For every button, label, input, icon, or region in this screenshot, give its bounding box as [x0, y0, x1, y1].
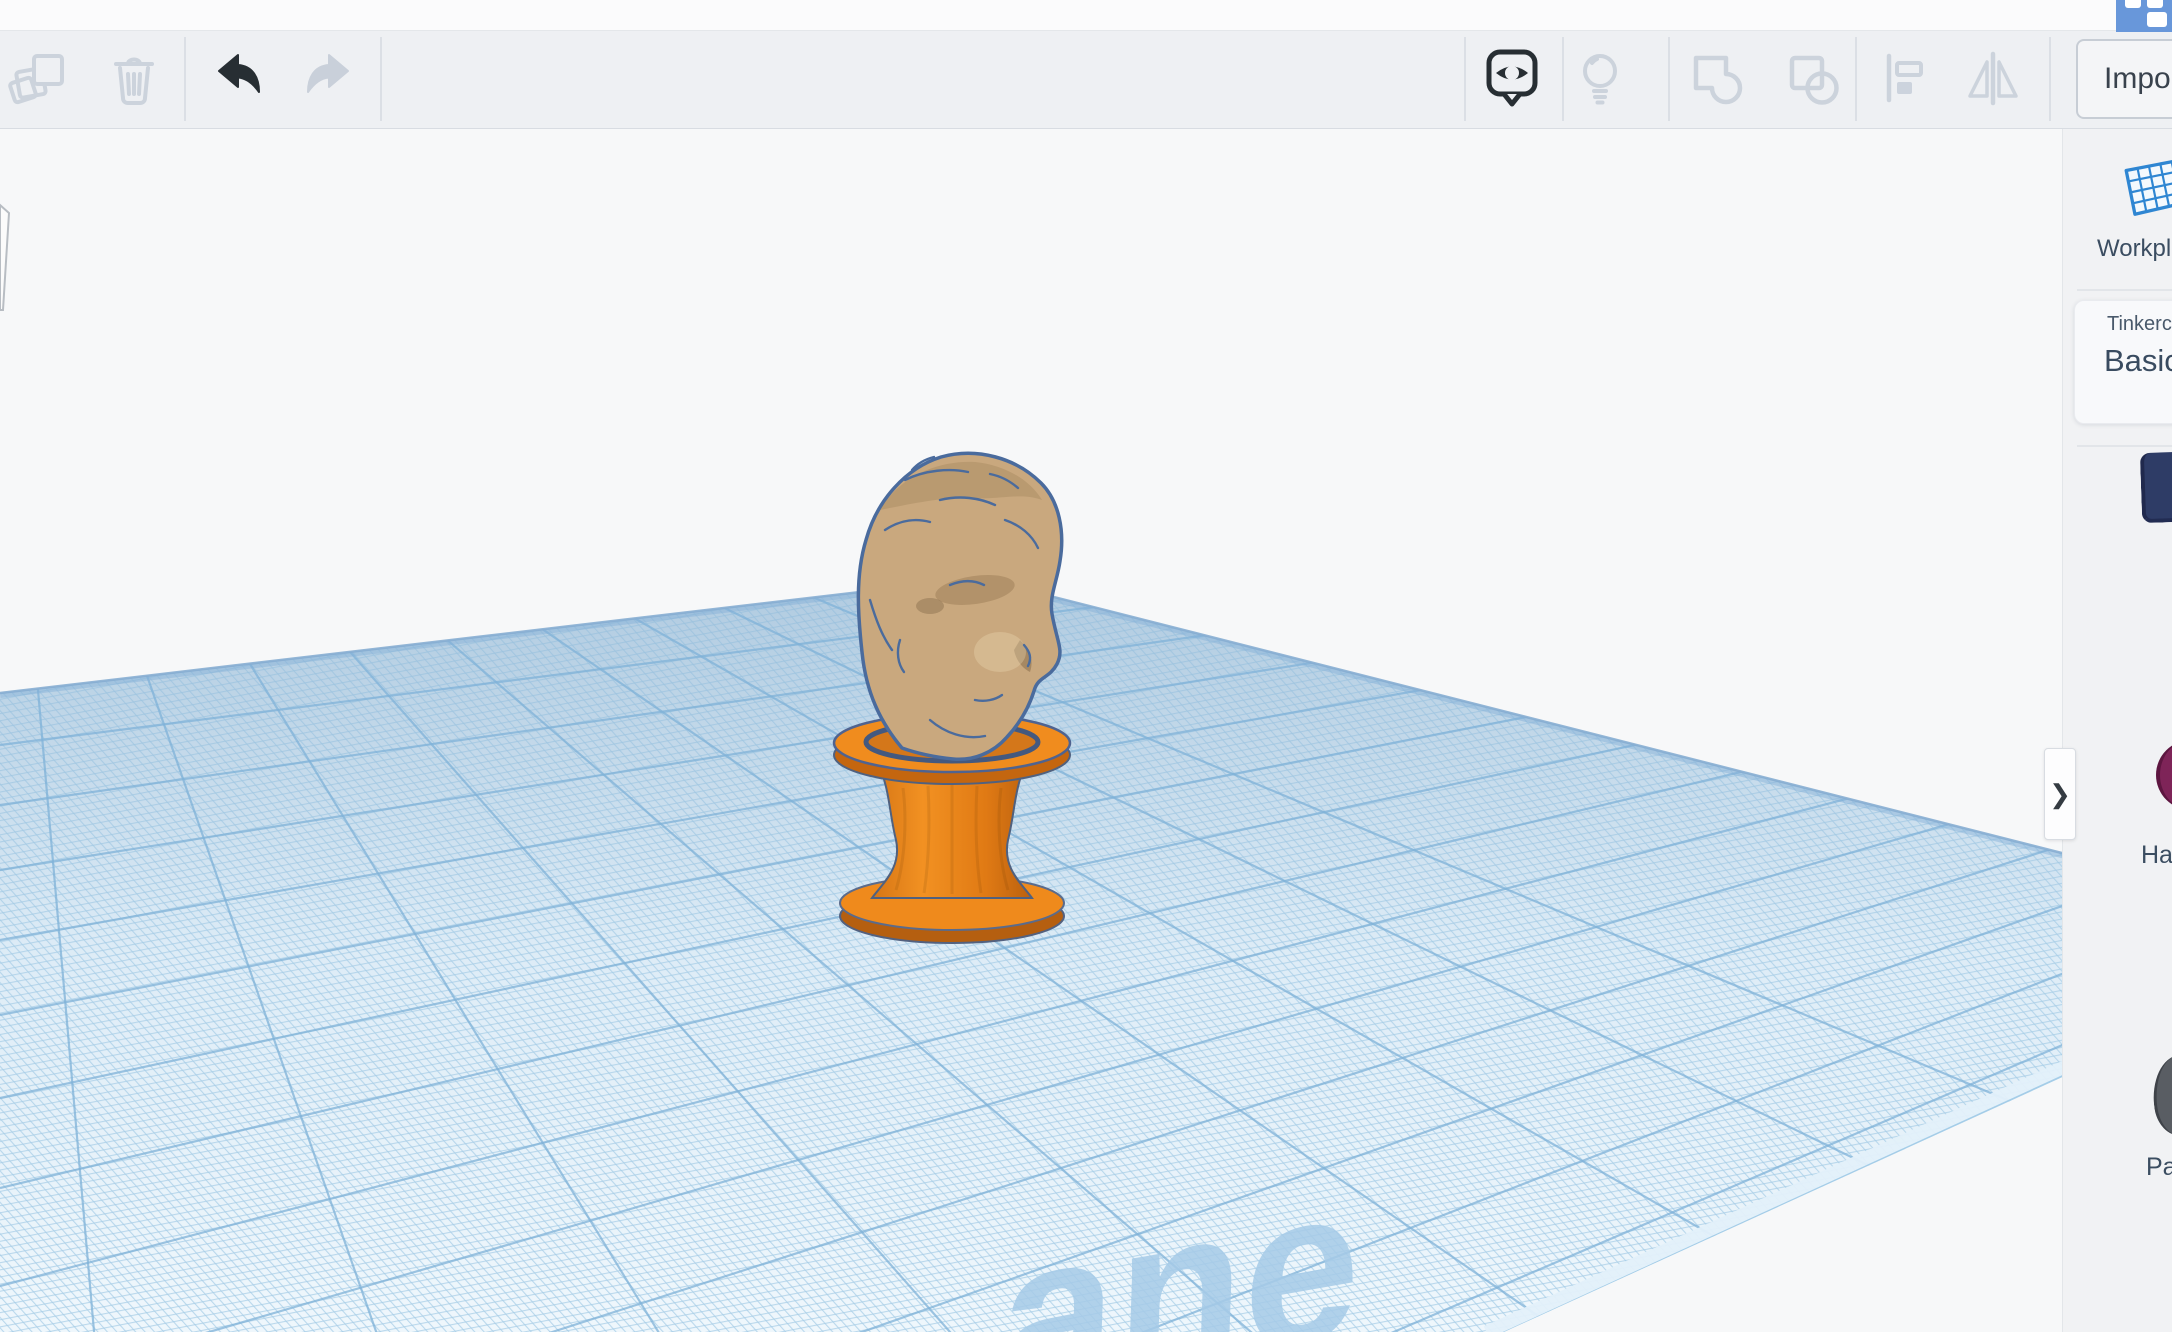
grid-glyph: [2147, 12, 2167, 27]
toolbar-separator: [380, 37, 382, 121]
workplane-grid-icon: [2119, 153, 2172, 223]
shape-item-label: Pa: [2146, 1153, 2172, 1182]
grid-glyph: [2125, 0, 2141, 8]
undo-button[interactable]: [205, 39, 269, 117]
tinkercad-editor: { "titlebar": { "account_tile_color": "#…: [0, 0, 2172, 1332]
grid-glyph: [2147, 0, 2163, 8]
panel-divider: [2077, 289, 2172, 291]
redo-arrow-icon: [298, 46, 362, 110]
panel-divider: [2077, 445, 2172, 447]
toolbar-separator: [1562, 37, 1564, 121]
category-brand: Tinkerca: [2107, 313, 2172, 336]
account-tile[interactable]: [2116, 0, 2172, 32]
toolbar-separator: [1855, 37, 1857, 121]
toolbar-separator: [1668, 37, 1670, 121]
mirror-icon: [1961, 46, 2025, 110]
3d-viewport[interactable]: ane: [0, 0, 2172, 1332]
undo-arrow-icon: [205, 46, 269, 110]
redo-button[interactable]: [298, 39, 362, 117]
mirror-button[interactable]: [1961, 39, 2025, 117]
viewcube-edge[interactable]: [0, 205, 9, 310]
toolbar: Impo: [0, 30, 2172, 129]
toolbar-separator: [184, 37, 186, 121]
copy-icon: [8, 46, 72, 110]
align-icon: [1873, 46, 1937, 110]
hole-button[interactable]: [1778, 39, 1842, 117]
chevron-right-icon: ❯: [2049, 779, 2071, 810]
shape-category-dropdown[interactable]: Tinkerca Basic: [2074, 300, 2172, 424]
import-button[interactable]: Impo: [2076, 39, 2172, 119]
shape-item-thumb[interactable]: [2156, 740, 2172, 810]
workplane-grid[interactable]: ane: [0, 255, 2172, 1332]
workplane-label: Workpl: [2097, 235, 2171, 263]
delete-button[interactable]: [102, 39, 166, 117]
workplane-drag-item[interactable]: [2119, 153, 2172, 223]
toolbar-separator: [2049, 37, 2051, 121]
align-button[interactable]: [1873, 39, 1937, 117]
shape-item-thumb[interactable]: [2140, 451, 2172, 523]
light-button[interactable]: [1568, 39, 1632, 117]
import-label: Impo: [2104, 62, 2171, 96]
copy-button[interactable]: [8, 39, 72, 117]
show-all-button[interactable]: [1481, 39, 1545, 117]
shape-item-thumb[interactable]: [2148, 1052, 2172, 1138]
toolbar-separator: [1464, 37, 1466, 121]
title-strip: [0, 0, 2172, 30]
solid-shape-icon: [1682, 46, 1746, 110]
shapes-panel: ❯ Workpl Tinkerca Basic Ha Pa: [2062, 127, 2172, 1332]
solid-button[interactable]: [1682, 39, 1746, 117]
shape-item-label: Ha: [2141, 841, 2172, 870]
eye-badge-icon: [1481, 46, 1545, 110]
panel-collapse-button[interactable]: ❯: [2044, 748, 2076, 840]
lightbulb-icon: [1568, 46, 1632, 110]
hole-shape-icon: [1778, 46, 1842, 110]
trash-icon: [102, 46, 166, 110]
category-name: Basic: [2104, 343, 2172, 379]
